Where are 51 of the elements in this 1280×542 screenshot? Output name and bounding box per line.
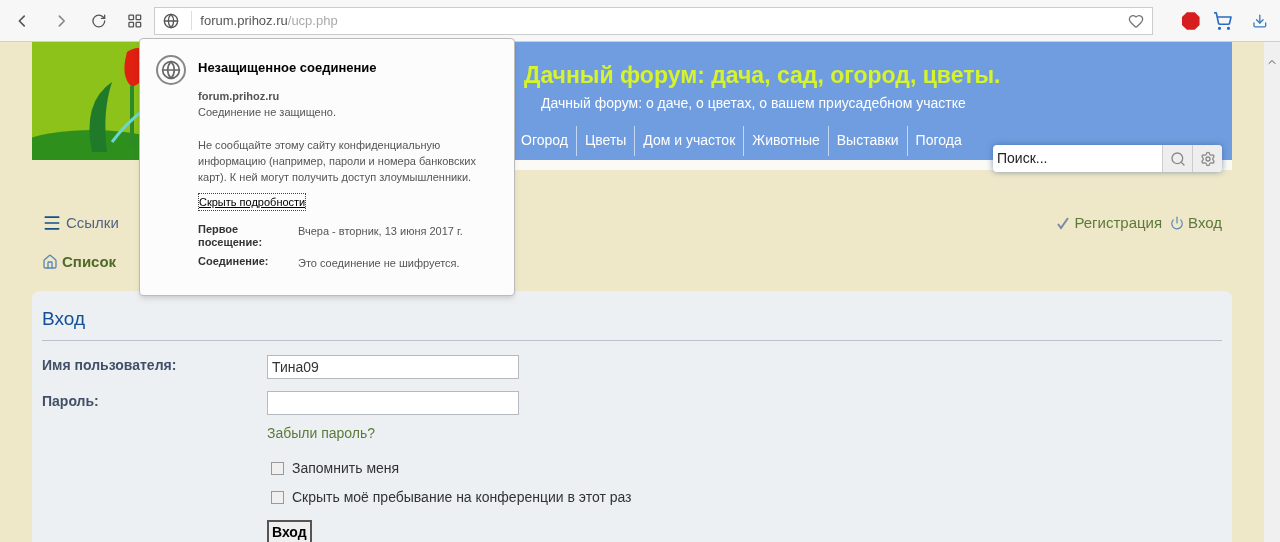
detail-value: Это соединение не шифруется. bbox=[298, 256, 461, 271]
popup-title: Незащищенное соединение bbox=[198, 59, 378, 77]
nav-link[interactable]: Погода bbox=[906, 125, 970, 156]
links-menu[interactable]: Ссылки bbox=[42, 212, 119, 235]
field-label: Имя пользователя: bbox=[42, 355, 178, 375]
heart-icon[interactable] bbox=[1128, 12, 1145, 29]
settings-button[interactable] bbox=[1192, 145, 1222, 172]
search-icon bbox=[1169, 150, 1186, 167]
password-field[interactable] bbox=[267, 390, 519, 415]
download-icon[interactable] bbox=[1252, 12, 1268, 29]
search-button[interactable] bbox=[1162, 145, 1192, 172]
scrollbar[interactable] bbox=[1264, 42, 1280, 542]
nav-link[interactable]: Выставки bbox=[827, 125, 907, 156]
checkbox-label: Скрыть моё пребывание на конференции в этот раз bbox=[292, 487, 632, 507]
search-field[interactable]: Поиск... bbox=[993, 145, 1162, 172]
login-link[interactable]: Вход bbox=[1170, 212, 1222, 235]
detail-value: Вчера - вторник, 13 июня 2017 г. bbox=[298, 224, 464, 239]
checkbox[interactable] bbox=[271, 461, 284, 475]
detail-label: Соединение: bbox=[198, 255, 268, 269]
username-field[interactable]: Тина09 bbox=[267, 354, 519, 379]
url-text: forum.prihoz.ru/ucp.php bbox=[191, 10, 338, 31]
login-button[interactable]: Вход bbox=[267, 519, 312, 542]
globe-icon[interactable] bbox=[163, 12, 180, 29]
popup-warning: Не сообщайте этому сайту конфиденциальную информацию (например, пароли и номера банковских карт). К ней могут получить доступ злоумышленники. bbox=[198, 137, 477, 185]
checkbox-label: Запомнить меня bbox=[292, 458, 400, 478]
nav-link[interactable]: Животные bbox=[743, 125, 828, 156]
panel-heading: Вход bbox=[42, 305, 85, 341]
home-icon bbox=[42, 253, 58, 270]
settings-icon bbox=[1199, 150, 1216, 167]
power-icon bbox=[1170, 216, 1185, 231]
nav-link[interactable]: Цветы bbox=[575, 125, 635, 156]
nav-link[interactable]: Дом и участок bbox=[634, 125, 744, 156]
stop-sign-icon[interactable] bbox=[1181, 10, 1201, 31]
breadcrumb-link[interactable]: Список bbox=[42, 250, 117, 273]
popup-status: Соединение не защищено. bbox=[198, 105, 337, 120]
pen-check-icon bbox=[1056, 216, 1071, 231]
forum-subtitle: Дачный форум: о даче, о цветах, о вашем приусадебном участке bbox=[541, 93, 967, 113]
forum-title: Дачный форум: дача, сад, огород, цветы. bbox=[524, 61, 1002, 90]
popup-site: forum.prihoz.ru bbox=[198, 88, 281, 104]
globe-icon bbox=[156, 55, 186, 85]
address-bar[interactable]: forum.prihoz.ru/ucp.php bbox=[154, 6, 1154, 35]
checkbox[interactable] bbox=[271, 490, 284, 504]
field-label: Пароль: bbox=[42, 391, 100, 411]
hide-details-link[interactable]: Скрыть подробности bbox=[198, 192, 307, 211]
register-link[interactable]: Регистрация bbox=[1056, 212, 1163, 235]
forgot-password-link[interactable]: Забыли пароль? bbox=[267, 422, 376, 444]
search-box[interactable]: Поиск... bbox=[993, 145, 1222, 172]
reload-icon[interactable] bbox=[91, 12, 107, 29]
cart-icon[interactable] bbox=[1212, 10, 1233, 31]
grid-icon[interactable] bbox=[126, 12, 143, 29]
detail-label: Первое посещение: bbox=[198, 223, 264, 249]
